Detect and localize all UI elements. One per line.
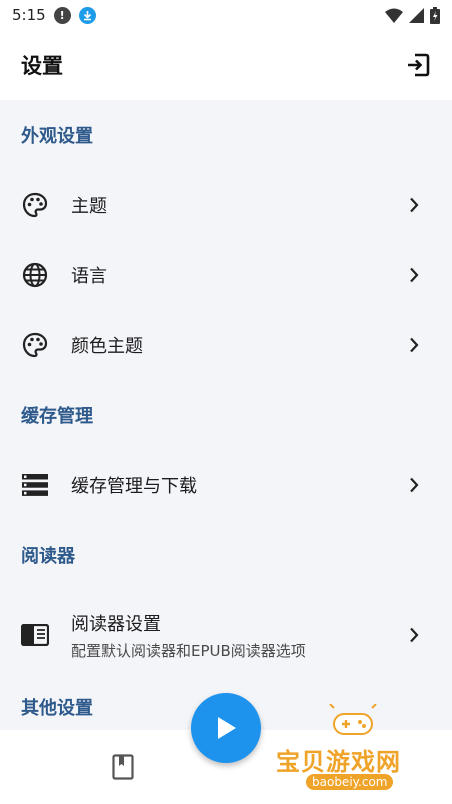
chevron-right-icon: [406, 335, 422, 355]
section-appearance-title: 外观设置: [21, 126, 93, 147]
section-cache-title: 缓存管理: [21, 406, 93, 427]
gamepad-icon: [329, 704, 377, 735]
chevron-right-icon: [406, 195, 422, 215]
globe-icon: [21, 261, 49, 289]
section-reader-title: 阅读器: [21, 546, 75, 567]
watermark-url: baobeiy.com: [306, 774, 394, 790]
reader-icon: [21, 621, 49, 649]
watermark: 宝贝游戏网 baobeiy.com: [268, 704, 448, 794]
exit-button[interactable]: [402, 49, 434, 81]
page-title: 设置: [21, 54, 63, 78]
battery-icon: [430, 6, 440, 24]
bookmark-book-icon: [112, 754, 134, 780]
palette-icon: [21, 191, 49, 219]
watermark-text: 宝贝游戏网: [276, 748, 401, 776]
status-bar: 5:15 !: [0, 0, 452, 30]
wifi-icon: [385, 8, 403, 23]
settings-item-sublabel: 配置默认阅读器和EPUB阅读器选项: [71, 641, 306, 660]
settings-item-label: 主题: [71, 196, 107, 217]
play-fab-button[interactable]: [191, 693, 261, 763]
settings-item-color-theme[interactable]: 颜色主题: [0, 310, 452, 380]
settings-item-label: 语言: [71, 266, 107, 287]
palette-icon: [21, 331, 49, 359]
chevron-right-icon: [406, 265, 422, 285]
exit-icon: [408, 53, 430, 77]
download-icon: [78, 6, 96, 24]
status-time: 5:15: [12, 6, 46, 24]
alert-icon: !: [53, 6, 71, 24]
play-icon: [218, 717, 236, 739]
settings-item-reader-settings[interactable]: 阅读器设置 配置默认阅读器和EPUB阅读器选项: [0, 590, 452, 680]
settings-item-label: 缓存管理与下载: [71, 476, 197, 497]
nav-book-button[interactable]: [108, 752, 138, 782]
settings-item-theme[interactable]: 主题: [0, 170, 452, 240]
chevron-right-icon: [406, 625, 422, 645]
settings-item-cache-download[interactable]: 缓存管理与下载: [0, 450, 452, 520]
settings-item-label: 颜色主题: [71, 336, 143, 357]
app-bar: 设置: [0, 30, 452, 100]
signal-icon: [409, 7, 424, 23]
settings-item-language[interactable]: 语言: [0, 240, 452, 310]
storage-icon: [21, 471, 49, 499]
settings-item-label: 阅读器设置: [71, 613, 161, 635]
chevron-right-icon: [406, 475, 422, 495]
